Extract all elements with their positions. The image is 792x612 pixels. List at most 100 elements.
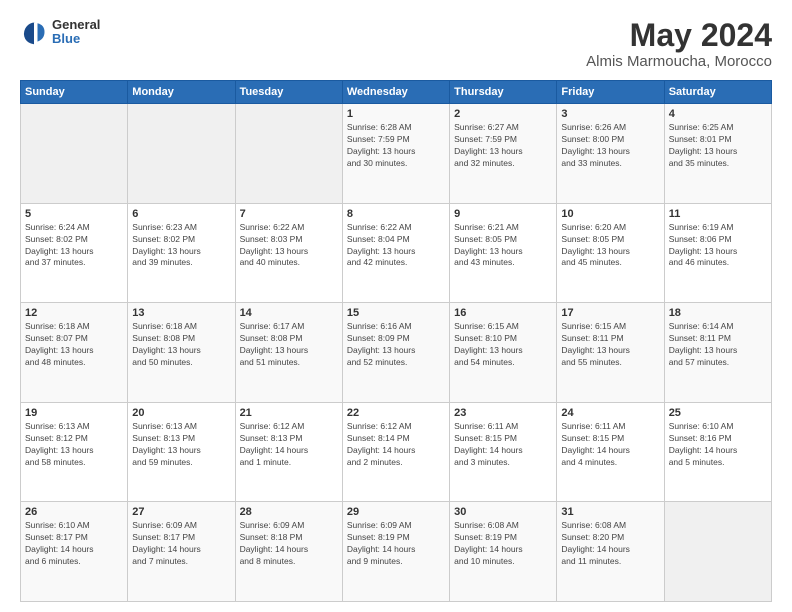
day-number: 13: [132, 307, 230, 319]
calendar-week-2: 5 Sunrise: 6:24 AMSunset: 8:02 PMDaylight…: [21, 203, 772, 303]
calendar-cell: 27 Sunrise: 6:09 AMSunset: 8:17 PMDayligh…: [128, 502, 235, 602]
calendar-cell: 30Sunrise: 6:08 AMSunset: 8:19 PMDayligh…: [450, 502, 557, 602]
calendar-cell: 10 Sunrise: 6:20 AMSunset: 8:05 PMDayligh…: [557, 203, 664, 303]
day-info: Sunrise: 6:12 AMSunset: 8:14 PMDaylight:…: [347, 421, 445, 469]
day-info: Sunrise: 6:18 AMSunset: 8:08 PMDaylight:…: [132, 321, 230, 369]
col-saturday: Saturday: [664, 81, 771, 104]
calendar-cell: 1 Sunrise: 6:28 AMSunset: 7:59 PMDaylight…: [342, 104, 449, 204]
calendar-cell: 9 Sunrise: 6:21 AMSunset: 8:05 PMDaylight…: [450, 203, 557, 303]
calendar-cell: 3 Sunrise: 6:26 AMSunset: 8:00 PMDaylight…: [557, 104, 664, 204]
col-wednesday: Wednesday: [342, 81, 449, 104]
day-number: 10: [561, 208, 659, 220]
day-number: 3: [561, 108, 659, 120]
calendar-cell: 8Sunrise: 6:22 AMSunset: 8:04 PMDaylight…: [342, 203, 449, 303]
day-number: 11: [669, 208, 767, 220]
day-number: 16: [454, 307, 552, 319]
day-info: Sunrise: 6:26 AMSunset: 8:00 PMDaylight:…: [561, 122, 659, 170]
day-number: 24: [561, 407, 659, 419]
day-info: Sunrise: 6:13 AMSunset: 8:13 PMDaylight:…: [132, 421, 230, 469]
calendar-cell: 17 Sunrise: 6:15 AMSunset: 8:11 PMDayligh…: [557, 303, 664, 403]
calendar-cell: [235, 104, 342, 204]
day-info: Sunrise: 6:23 AMSunset: 8:02 PMDaylight:…: [132, 222, 230, 270]
day-info: Sunrise: 6:22 AMSunset: 8:03 PMDaylight:…: [240, 222, 338, 270]
calendar-cell: 11 Sunrise: 6:19 AMSunset: 8:06 PMDayligh…: [664, 203, 771, 303]
day-info: Sunrise: 6:24 AMSunset: 8:02 PMDaylight:…: [25, 222, 123, 270]
day-info: Sunrise: 6:28 AMSunset: 7:59 PMDaylight:…: [347, 122, 445, 170]
day-number: 7: [240, 208, 338, 220]
calendar-cell: 2 Sunrise: 6:27 AMSunset: 7:59 PMDaylight…: [450, 104, 557, 204]
calendar-cell: 23Sunrise: 6:11 AMSunset: 8:15 PMDayligh…: [450, 402, 557, 502]
day-number: 31: [561, 506, 659, 518]
day-info: Sunrise: 6:09 AMSunset: 8:18 PMDaylight:…: [240, 520, 338, 568]
day-info: Sunrise: 6:16 AMSunset: 8:09 PMDaylight:…: [347, 321, 445, 369]
calendar-cell: 22 Sunrise: 6:12 AMSunset: 8:14 PMDayligh…: [342, 402, 449, 502]
calendar-cell: 7 Sunrise: 6:22 AMSunset: 8:03 PMDaylight…: [235, 203, 342, 303]
col-tuesday: Tuesday: [235, 81, 342, 104]
logo: General Blue: [20, 18, 100, 47]
calendar-cell: 31 Sunrise: 6:08 AMSunset: 8:20 PMDayligh…: [557, 502, 664, 602]
calendar-cell: 29 Sunrise: 6:09 AMSunset: 8:19 PMDayligh…: [342, 502, 449, 602]
day-number: 26: [25, 506, 123, 518]
calendar-cell: 21 Sunrise: 6:12 AMSunset: 8:13 PMDayligh…: [235, 402, 342, 502]
day-info: Sunrise: 6:25 AMSunset: 8:01 PMDaylight:…: [669, 122, 767, 170]
calendar-cell: 16Sunrise: 6:15 AMSunset: 8:10 PMDayligh…: [450, 303, 557, 403]
day-number: 9: [454, 208, 552, 220]
col-friday: Friday: [557, 81, 664, 104]
calendar-cell: 14 Sunrise: 6:17 AMSunset: 8:08 PMDayligh…: [235, 303, 342, 403]
logo-general-label: General: [52, 18, 100, 32]
day-number: 5: [25, 208, 123, 220]
page: General Blue May 2024 Almis Marmoucha, M…: [0, 0, 792, 612]
calendar-cell: 20 Sunrise: 6:13 AMSunset: 8:13 PMDayligh…: [128, 402, 235, 502]
calendar-cell: 25Sunrise: 6:10 AMSunset: 8:16 PMDayligh…: [664, 402, 771, 502]
day-info: Sunrise: 6:15 AMSunset: 8:11 PMDaylight:…: [561, 321, 659, 369]
calendar-cell: 4 Sunrise: 6:25 AMSunset: 8:01 PMDaylight…: [664, 104, 771, 204]
day-info: Sunrise: 6:09 AMSunset: 8:19 PMDaylight:…: [347, 520, 445, 568]
logo-text: General Blue: [52, 18, 100, 47]
day-number: 15: [347, 307, 445, 319]
calendar-cell: [664, 502, 771, 602]
col-monday: Monday: [128, 81, 235, 104]
calendar-cell: 13 Sunrise: 6:18 AMSunset: 8:08 PMDayligh…: [128, 303, 235, 403]
day-number: 27: [132, 506, 230, 518]
day-number: 12: [25, 307, 123, 319]
day-number: 21: [240, 407, 338, 419]
day-number: 17: [561, 307, 659, 319]
header: General Blue May 2024 Almis Marmoucha, M…: [20, 18, 772, 70]
day-number: 22: [347, 407, 445, 419]
day-info: Sunrise: 6:27 AMSunset: 7:59 PMDaylight:…: [454, 122, 552, 170]
day-number: 6: [132, 208, 230, 220]
calendar-cell: 15 Sunrise: 6:16 AMSunset: 8:09 PMDayligh…: [342, 303, 449, 403]
month-title: May 2024: [586, 18, 772, 53]
calendar-week-1: 1 Sunrise: 6:28 AMSunset: 7:59 PMDaylight…: [21, 104, 772, 204]
calendar-cell: 5 Sunrise: 6:24 AMSunset: 8:02 PMDaylight…: [21, 203, 128, 303]
logo-icon: [20, 18, 48, 46]
day-number: 29: [347, 506, 445, 518]
day-number: 20: [132, 407, 230, 419]
calendar-table: Sunday Monday Tuesday Wednesday Thursday…: [20, 80, 772, 602]
title-section: May 2024 Almis Marmoucha, Morocco: [586, 18, 772, 70]
calendar-cell: 28Sunrise: 6:09 AMSunset: 8:18 PMDayligh…: [235, 502, 342, 602]
day-info: Sunrise: 6:14 AMSunset: 8:11 PMDaylight:…: [669, 321, 767, 369]
day-info: Sunrise: 6:17 AMSunset: 8:08 PMDaylight:…: [240, 321, 338, 369]
calendar-cell: 18Sunrise: 6:14 AMSunset: 8:11 PMDayligh…: [664, 303, 771, 403]
day-number: 14: [240, 307, 338, 319]
day-info: Sunrise: 6:12 AMSunset: 8:13 PMDaylight:…: [240, 421, 338, 469]
day-number: 23: [454, 407, 552, 419]
location: Almis Marmoucha, Morocco: [586, 53, 772, 70]
day-info: Sunrise: 6:10 AMSunset: 8:17 PMDaylight:…: [25, 520, 123, 568]
header-row: Sunday Monday Tuesday Wednesday Thursday…: [21, 81, 772, 104]
day-info: Sunrise: 6:19 AMSunset: 8:06 PMDaylight:…: [669, 222, 767, 270]
day-info: Sunrise: 6:10 AMSunset: 8:16 PMDaylight:…: [669, 421, 767, 469]
day-info: Sunrise: 6:08 AMSunset: 8:20 PMDaylight:…: [561, 520, 659, 568]
day-info: Sunrise: 6:09 AMSunset: 8:17 PMDaylight:…: [132, 520, 230, 568]
day-info: Sunrise: 6:22 AMSunset: 8:04 PMDaylight:…: [347, 222, 445, 270]
day-number: 2: [454, 108, 552, 120]
day-info: Sunrise: 6:13 AMSunset: 8:12 PMDaylight:…: [25, 421, 123, 469]
day-info: Sunrise: 6:20 AMSunset: 8:05 PMDaylight:…: [561, 222, 659, 270]
day-info: Sunrise: 6:21 AMSunset: 8:05 PMDaylight:…: [454, 222, 552, 270]
day-number: 30: [454, 506, 552, 518]
calendar-cell: [21, 104, 128, 204]
day-number: 4: [669, 108, 767, 120]
day-number: 1: [347, 108, 445, 120]
day-info: Sunrise: 6:18 AMSunset: 8:07 PMDaylight:…: [25, 321, 123, 369]
